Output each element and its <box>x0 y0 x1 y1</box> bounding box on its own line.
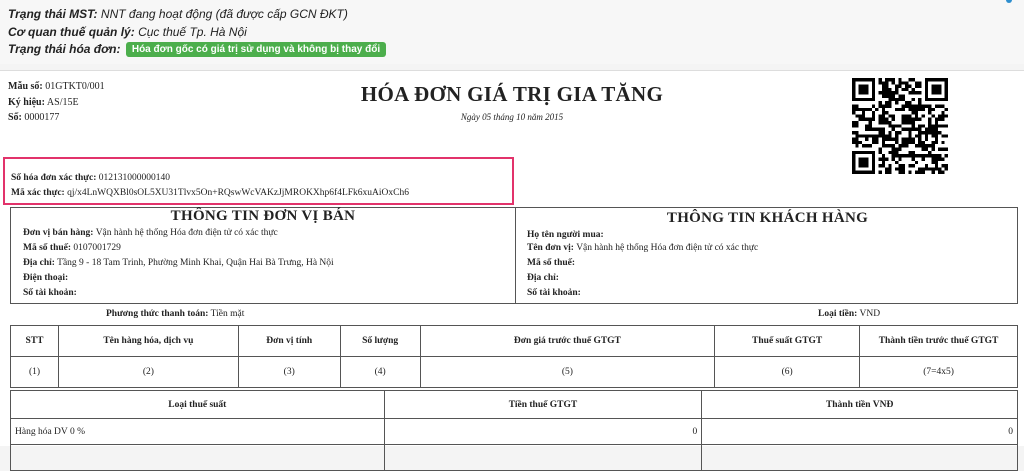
status-authority-label: Cơ quan thuế quản lý: <box>8 25 135 39</box>
verify-code: Mã xác thực: qj/x4LnWQXBl0sOL5XU31Tlvx5O… <box>11 188 409 198</box>
buyer-tax-code-label: Mã số thuế: <box>527 258 576 268</box>
status-invoice-label: Trạng thái hóa đơn: <box>8 42 121 56</box>
buyer-name: Họ tên người mua: <box>527 230 604 240</box>
seller-title: THÔNG TIN ĐƠN VỊ BÁN <box>170 208 356 224</box>
number-value: 0000177 <box>24 112 60 123</box>
seller-unit-label: Đơn vị bán hàng: <box>23 228 94 238</box>
status-mst-label: Trạng thái MST: <box>8 7 98 21</box>
items-code-row: (1) (2) (3) (4) (5) (6) (7=4x5) <box>10 356 1018 388</box>
template-number: Mẫu số: 01GTKT0/001 <box>8 81 105 92</box>
tax-header-row: Loại thuế suất Tiền thuế GTGT Thành tiền… <box>10 390 1018 419</box>
items-header-cell: Thành tiền trước thuế GTGT <box>859 325 1018 357</box>
items-header-cell: Số lượng <box>339 325 421 357</box>
party-info: THÔNG TIN ĐƠN VỊ BÁN THÔNG TIN KHÁCH HÀN… <box>10 207 1018 304</box>
seller-address-label: Địa chỉ: <box>23 258 55 268</box>
buyer-address-label: Địa chỉ: <box>527 273 559 283</box>
tax-total-cell: 0 <box>701 418 1018 445</box>
buyer-account-label: Số tài khoản: <box>527 288 581 298</box>
status-authority: Cơ quan thuế quản lý: Cục thuế Tp. Hà Nộ… <box>8 25 247 39</box>
items-table: STT Tên hàng hóa, dịch vụ Đơn vị tính Số… <box>10 325 1018 388</box>
buyer-unit: Tên đơn vị: Vận hành hệ thống Hóa đơn đi… <box>527 243 758 253</box>
seller-unit-value: Vận hành hệ thống Hóa đơn điện tử có xác… <box>95 228 278 238</box>
items-code-cell: (5) <box>419 356 716 388</box>
items-header-row: STT Tên hàng hóa, dịch vụ Đơn vị tính Số… <box>10 325 1018 357</box>
items-code-cell: (3) <box>237 356 341 388</box>
items-header-cell: Đơn vị tính <box>237 325 341 357</box>
tax-table: Loại thuế suất Tiền thuế GTGT Thành tiền… <box>10 390 1018 471</box>
qr-code-icon <box>852 78 948 174</box>
verify-number-value: 012131000000140 <box>98 173 171 183</box>
tax-header-cell: Loại thuế suất <box>10 390 385 419</box>
seller-account-label: Số tài khoản: <box>23 288 77 298</box>
currency-label: Loại tiền: <box>818 309 858 319</box>
verify-code-value: qj/x4LnWQXBl0sOL5XU31Tlvx5On+RQswWcVAKzJ… <box>67 188 409 198</box>
status-panel: Trạng thái MST: NNT đang hoạt động (đã đ… <box>0 0 1024 64</box>
items-header-cell: Tên hàng hóa, dịch vụ <box>57 325 239 357</box>
buyer-unit-label: Tên đơn vị: <box>527 243 574 253</box>
items-code-cell: (1) <box>10 356 59 388</box>
seller-account: Số tài khoản: <box>23 288 77 298</box>
items-header-cell: Thuế suất GTGT <box>714 325 861 357</box>
buyer-account: Số tài khoản: <box>527 288 581 298</box>
page-title: HÓA ĐƠN GIÁ TRỊ GIA TĂNG <box>360 82 664 106</box>
seller-phone-label: Điện thoại: <box>23 273 69 283</box>
items-code-cell: (6) <box>714 356 861 388</box>
invoice-paper: Mẫu số: 01GTKT0/001 Ký hiệu: AS/15E Số: … <box>0 70 1024 471</box>
verify-number-label: Số hóa đơn xác thực: <box>11 173 97 183</box>
symbol-label: Ký hiệu: <box>8 97 45 108</box>
seller-tax-code: Mã số thuế: 0107001729 <box>23 243 121 253</box>
verification-highlight: Số hóa đơn xác thực: 012131000000140 Mã … <box>3 157 514 205</box>
verify-number: Số hóa đơn xác thực: 012131000000140 <box>11 173 170 183</box>
payment-method-value: Tiền mặt <box>210 309 245 319</box>
buyer-tax-code: Mã số thuế: <box>527 258 575 268</box>
items-header-cell: Đơn giá trước thuế GTGT <box>419 325 716 357</box>
currency: Loại tiền: VND <box>818 309 880 319</box>
payment-method-label: Phương thức thanh toán: <box>106 309 209 319</box>
tax-header-cell: Tiền thuế GTGT <box>383 390 703 419</box>
tax-amount-cell: 0 <box>383 418 703 445</box>
invoice-symbol: Ký hiệu: AS/15E <box>8 97 79 108</box>
status-mst-value: NNT đang hoạt động (đã được cấp GCN ĐKT) <box>100 7 348 21</box>
status-badge: Hóa đơn gốc có giá trị sử dụng và không … <box>125 42 387 57</box>
empty-cell <box>383 444 703 471</box>
seller-address-value: Tầng 9 - 18 Tam Trinh, Phường Minh Khai,… <box>57 258 334 268</box>
seller-unit: Đơn vị bán hàng: Vận hành hệ thống Hóa đ… <box>23 228 278 238</box>
items-code-cell: (2) <box>57 356 239 388</box>
table-row <box>10 444 1018 471</box>
verify-code-label: Mã xác thực: <box>11 188 65 198</box>
currency-value: VND <box>859 309 881 319</box>
tax-type-cell: Hàng hóa DV 0 % <box>10 418 385 445</box>
payment-method: Phương thức thanh toán: Tiền mặt <box>106 309 244 319</box>
status-invoice: Trạng thái hóa đơn: Hóa đơn gốc có giá t… <box>8 42 387 57</box>
empty-cell <box>10 444 385 471</box>
buyer-name-label: Họ tên người mua: <box>527 230 604 240</box>
buyer-unit-value: Vận hành hệ thống Hóa đơn điện tử có xác… <box>576 243 759 253</box>
seller-tax-code-label: Mã số thuế: <box>23 243 72 253</box>
status-mst: Trạng thái MST: NNT đang hoạt động (đã đ… <box>8 7 348 21</box>
seller-address: Địa chỉ: Tầng 9 - 18 Tam Trinh, Phường M… <box>23 258 334 268</box>
invoice-date: Ngày 05 tháng 10 năm 2015 <box>460 112 564 122</box>
tax-header-cell: Thành tiền VNĐ <box>701 390 1018 419</box>
seller-phone: Điện thoại: <box>23 273 68 283</box>
items-header-cell: STT <box>10 325 59 357</box>
items-code-cell: (7=4x5) <box>859 356 1018 388</box>
scroll-indicator-icon <box>1006 0 1012 3</box>
buyer-title: THÔNG TIN KHÁCH HÀNG <box>666 210 869 226</box>
items-code-cell: (4) <box>339 356 421 388</box>
template-label: Mẫu số: <box>8 81 43 92</box>
buyer-address: Địa chỉ: <box>527 273 559 283</box>
status-authority-value: Cục thuế Tp. Hà Nội <box>138 25 247 39</box>
seller-tax-code-value: 0107001729 <box>73 243 121 253</box>
template-value: 01GTKT0/001 <box>45 81 105 92</box>
invoice-number: Số: 0000177 <box>8 112 59 123</box>
symbol-value: AS/15E <box>46 97 79 108</box>
number-label: Số: <box>8 112 22 123</box>
empty-cell <box>701 444 1018 471</box>
table-row: Hàng hóa DV 0 % 0 0 <box>10 418 1018 445</box>
